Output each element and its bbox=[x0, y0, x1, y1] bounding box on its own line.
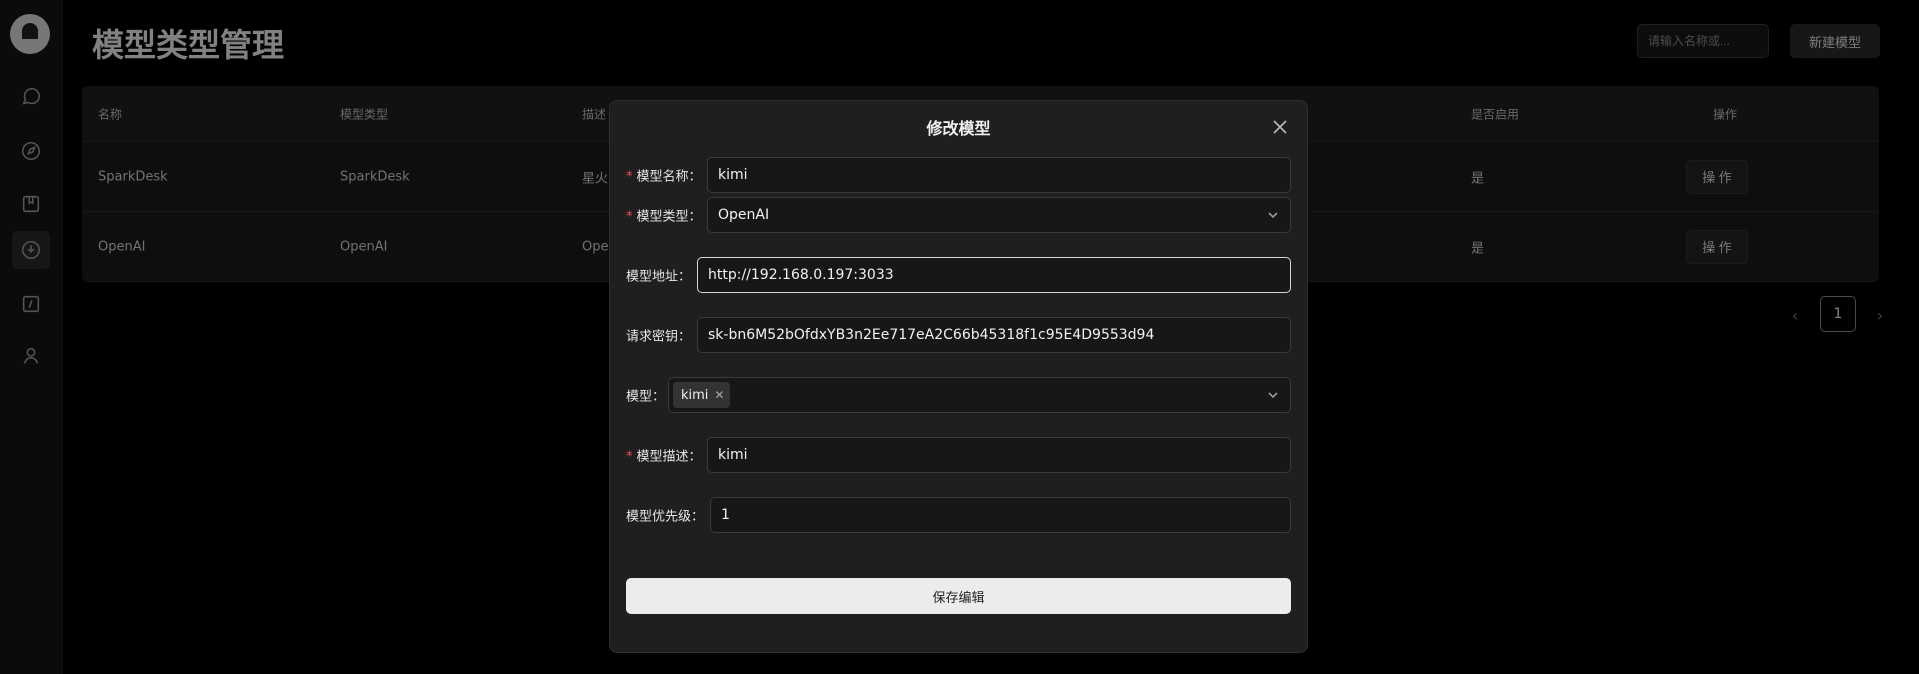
model-name-input[interactable] bbox=[707, 157, 1291, 193]
chevron-down-icon bbox=[1266, 208, 1280, 222]
field-label: 请求密钥： bbox=[626, 329, 692, 345]
chevron-down-icon bbox=[1266, 388, 1280, 402]
model-address-input[interactable] bbox=[697, 257, 1291, 293]
field-label: * 模型类型： bbox=[626, 206, 702, 225]
edit-model-dialog: 修改模型 *模型名称： *模型类型： OpenAI 模型地址： 请求密钥： 模型… bbox=[609, 100, 1308, 653]
tag-close-icon[interactable]: ✕ bbox=[714, 388, 724, 402]
api-key-input[interactable] bbox=[697, 317, 1291, 353]
form-row-type: * 模型类型： OpenAI bbox=[626, 197, 1291, 233]
label-text: 模型名称： bbox=[636, 169, 702, 185]
field-label: 模型： bbox=[626, 389, 666, 405]
form-row-name: * 模型名称： bbox=[626, 157, 1291, 193]
required-mark: * bbox=[626, 169, 633, 185]
field-label: 模型地址： bbox=[626, 269, 692, 285]
field-label: * 模型描述： bbox=[626, 446, 702, 465]
selected-tag: kimi ✕ bbox=[673, 382, 731, 408]
model-multi-select[interactable]: kimi ✕ bbox=[668, 377, 1291, 413]
form-row-key: 请求密钥： bbox=[626, 317, 1291, 353]
tag-label: kimi bbox=[681, 387, 709, 403]
save-edit-button[interactable]: 保存编辑 bbox=[626, 578, 1291, 614]
required-mark: * bbox=[626, 209, 633, 225]
form-row-description: * 模型描述： bbox=[626, 437, 1291, 473]
close-button[interactable] bbox=[1269, 117, 1291, 139]
label-text: 模型类型： bbox=[636, 209, 702, 225]
close-icon bbox=[1273, 119, 1287, 134]
form-row-address: 模型地址： bbox=[626, 257, 1291, 293]
dialog-title: 修改模型 bbox=[926, 119, 991, 138]
label-text: 模型描述： bbox=[636, 449, 702, 465]
field-label: * 模型名称： bbox=[626, 166, 702, 185]
form-row-model: 模型： kimi ✕ bbox=[626, 377, 1291, 413]
field-label: 模型优先级： bbox=[626, 509, 705, 525]
model-priority-input[interactable] bbox=[710, 497, 1291, 533]
model-type-select[interactable]: OpenAI bbox=[707, 197, 1291, 233]
model-description-input[interactable] bbox=[707, 437, 1291, 473]
form-row-priority: 模型优先级： bbox=[626, 497, 1291, 533]
required-mark: * bbox=[626, 449, 633, 465]
select-value: OpenAI bbox=[718, 207, 770, 223]
